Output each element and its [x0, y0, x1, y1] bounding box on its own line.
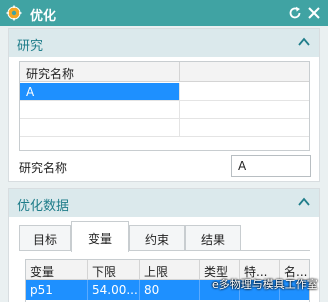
- reset-icon[interactable]: [286, 4, 304, 22]
- optimization-group-header[interactable]: 优化数据: [9, 189, 319, 217]
- tab-constraints[interactable]: 约束: [129, 225, 185, 251]
- watermark: e多物理与模具工作室: [212, 278, 318, 291]
- list-item-empty: [20, 119, 309, 137]
- optimization-group-title: 优化数据: [17, 199, 70, 214]
- tab-variables[interactable]: 变量: [71, 221, 129, 252]
- tab-results[interactable]: 结果: [185, 225, 241, 251]
- chevron-up-icon[interactable]: [297, 35, 311, 49]
- gear-icon: [6, 5, 22, 21]
- tab-divider: [19, 250, 310, 251]
- list-item-empty: [20, 101, 309, 119]
- study-name-cell[interactable]: A: [20, 83, 180, 100]
- study-list-header: 研究名称: [20, 62, 309, 82]
- study-list: 研究名称 A: [19, 61, 310, 151]
- cell-variable[interactable]: p51: [26, 280, 88, 300]
- close-icon[interactable]: [305, 4, 323, 22]
- cell-lower[interactable]: 54.00...: [88, 280, 140, 300]
- tab-objective[interactable]: 目标: [19, 225, 71, 251]
- list-item[interactable]: A: [20, 83, 309, 101]
- study-group: 研究 研究名称 A 研究名称 A: [8, 28, 320, 182]
- study-group-header[interactable]: 研究: [9, 29, 319, 57]
- column-header-lower[interactable]: 下限: [88, 260, 140, 280]
- cell-upper[interactable]: 80: [140, 280, 200, 300]
- study-name-label: 研究名称: [19, 161, 68, 175]
- tab-bar: 目标 变量 约束 结果: [19, 221, 310, 252]
- study-name-input[interactable]: A: [231, 155, 311, 177]
- dialog-body: 研究 研究名称 A 研究名称 A 优化数据 目标 变量 约束 结果 变量 下限 …: [0, 26, 328, 302]
- column-header-variable[interactable]: 变量: [26, 260, 88, 280]
- column-header-study-name[interactable]: 研究名称: [20, 62, 180, 82]
- window-title: 优化: [30, 9, 57, 24]
- study-group-title: 研究: [17, 39, 44, 54]
- title-bar: 优化: [0, 0, 328, 26]
- column-header-upper[interactable]: 上限: [140, 260, 200, 280]
- chevron-up-icon[interactable]: [297, 195, 311, 209]
